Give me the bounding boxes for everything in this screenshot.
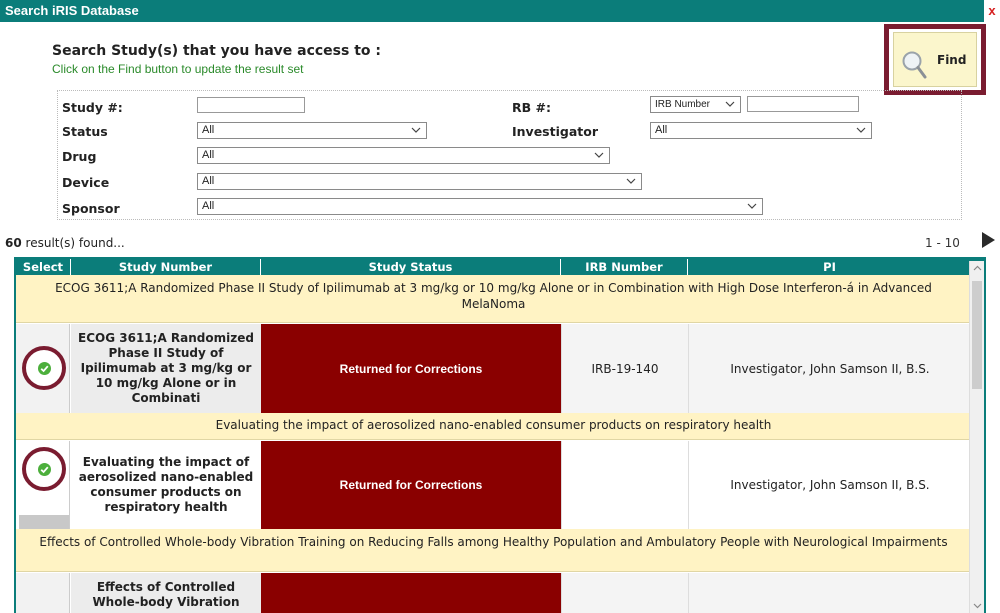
investigator-label: Investigator xyxy=(512,124,598,139)
study-number-input[interactable] xyxy=(197,97,305,113)
sponsor-label: Sponsor xyxy=(62,201,120,216)
chevron-down-icon xyxy=(594,152,604,158)
check-icon xyxy=(38,463,51,476)
window-title-bar: Search iRIS Database x xyxy=(0,0,1000,22)
chevron-down-icon xyxy=(856,127,866,133)
find-button-label: Find xyxy=(937,53,967,67)
irb-number-cell xyxy=(561,573,688,613)
investigator-select-value: All xyxy=(655,124,668,136)
status-label: Status xyxy=(62,124,108,139)
status-select[interactable]: All xyxy=(197,122,427,139)
irb-type-select[interactable]: IRB Number xyxy=(650,96,741,113)
drug-label: Drug xyxy=(62,149,97,164)
close-button[interactable]: x xyxy=(984,0,1000,22)
magnifier-icon xyxy=(902,51,927,79)
sponsor-select[interactable]: All xyxy=(197,198,763,215)
study-number-cell[interactable]: ECOG 3611;A Randomized Phase II Study of… xyxy=(71,324,261,413)
investigator-select[interactable]: All xyxy=(650,122,872,139)
study-group-title: ECOG 3611;A Randomized Phase II Study of… xyxy=(16,275,971,323)
study-group-title: Evaluating the impact of aerosolized nan… xyxy=(16,413,971,440)
table-row[interactable]: Evaluating the impact of aerosolized nan… xyxy=(16,441,971,529)
header-study-number[interactable]: Study Number xyxy=(71,259,261,275)
table-row[interactable]: ECOG 3611;A Randomized Phase II Study of… xyxy=(16,324,971,413)
status-select-value: All xyxy=(202,124,215,136)
pager-range: 1 - 10 xyxy=(925,236,960,250)
results-count: 60 result(s) found... xyxy=(5,236,125,250)
header-irb-number[interactable]: IRB Number xyxy=(561,259,688,275)
study-number-cell[interactable]: Effects of Controlled Whole-body Vibrati… xyxy=(71,573,261,613)
study-status-cell: Returned for Corrections xyxy=(261,324,561,413)
drug-select[interactable]: All xyxy=(197,147,610,164)
results-count-suffix: result(s) found... xyxy=(25,236,125,250)
pi-cell: Investigator, John Samson II, B.S. xyxy=(688,441,971,529)
study-number-cell[interactable]: Evaluating the impact of aerosolized nan… xyxy=(71,441,261,529)
page-subheading: Click on the Find button to update the r… xyxy=(52,62,304,76)
chevron-down-icon xyxy=(747,203,757,209)
check-icon xyxy=(38,362,51,375)
select-check-button[interactable] xyxy=(22,346,66,390)
chevron-down-icon xyxy=(725,101,735,107)
chevron-down-icon xyxy=(411,127,421,133)
window-title: Search iRIS Database xyxy=(5,3,139,18)
next-page-arrow-icon[interactable] xyxy=(982,232,995,248)
study-group-title: Effects of Controlled Whole-body Vibrati… xyxy=(16,529,971,572)
scrollbar-thumb[interactable] xyxy=(972,281,982,389)
drug-select-value: All xyxy=(202,149,215,161)
irb-number-cell: IRB-19-140 xyxy=(561,324,688,413)
vertical-scrollbar[interactable] xyxy=(969,261,984,613)
page-heading: Search Study(s) that you have access to … xyxy=(52,43,381,59)
header-select: Select xyxy=(16,259,71,275)
results-table: Select Study Number Study Status IRB Num… xyxy=(14,257,986,613)
chevron-down-icon xyxy=(626,178,636,184)
table-row[interactable]: Effects of Controlled Whole-body Vibrati… xyxy=(16,573,971,613)
header-pi[interactable]: PI xyxy=(688,259,971,275)
irb-number-input[interactable] xyxy=(747,96,859,112)
table-header: Select Study Number Study Status IRB Num… xyxy=(16,259,984,275)
pi-cell xyxy=(688,573,971,613)
scroll-up-arrow-icon[interactable] xyxy=(973,264,982,273)
device-label: Device xyxy=(62,175,110,190)
select-cell xyxy=(16,441,70,529)
select-cell xyxy=(16,324,70,413)
study-number-label: Study #: xyxy=(62,100,123,115)
pi-cell: Investigator, John Samson II, B.S. xyxy=(688,324,971,413)
find-button[interactable]: Find xyxy=(893,32,977,87)
select-cell xyxy=(16,573,70,613)
device-select-value: All xyxy=(202,175,215,187)
irb-number-cell xyxy=(561,441,688,529)
select-check-button[interactable] xyxy=(22,447,66,491)
irb-type-value: IRB Number xyxy=(655,99,711,110)
device-select[interactable]: All xyxy=(197,173,642,190)
scroll-down-arrow-icon[interactable] xyxy=(973,601,982,610)
header-study-status[interactable]: Study Status xyxy=(261,259,561,275)
sponsor-select-value: All xyxy=(202,200,215,212)
irb-number-label: RB #: xyxy=(512,100,551,115)
results-count-number: 60 xyxy=(5,236,22,250)
study-status-cell xyxy=(261,573,561,613)
row-marker xyxy=(19,515,69,529)
study-status-cell: Returned for Corrections xyxy=(261,441,561,529)
